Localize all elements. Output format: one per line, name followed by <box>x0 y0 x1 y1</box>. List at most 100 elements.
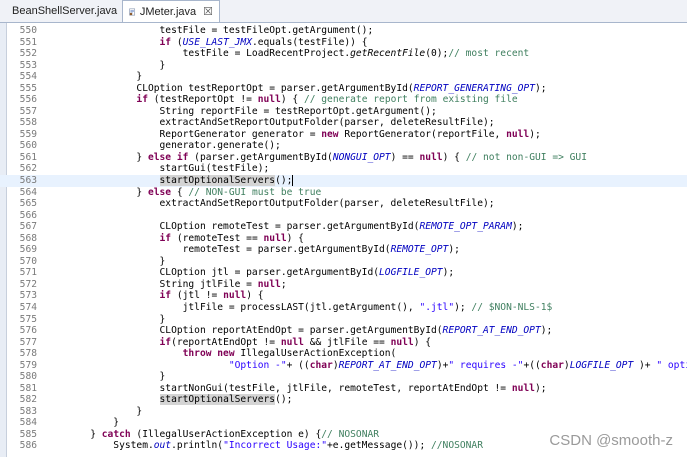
code-text: if(reportAtEndOpt != null && jtlFile == … <box>44 336 432 349</box>
code-line[interactable]: 563 startOptionalServers(); <box>0 175 687 187</box>
code-line[interactable]: 569 remoteTest = parser.getArgumentById(… <box>0 244 687 256</box>
code-line[interactable]: 581 startNonGui(testFile, jtlFile, remot… <box>0 383 687 395</box>
code-token: null <box>263 232 287 244</box>
code-line[interactable]: 583 } <box>0 406 687 418</box>
code-text: testFile = LoadRecentProject.getRecentFi… <box>44 48 530 60</box>
tab-beanshellserver[interactable]: BeanShellServer.java <box>2 1 120 21</box>
code-line[interactable]: 558 extractAndSetReportOutputFolder(pars… <box>0 117 687 129</box>
line-number: 584 <box>19 417 37 429</box>
code-line[interactable]: 566 <box>0 210 687 222</box>
code-text: ReportGenerator generator = new ReportGe… <box>44 129 541 141</box>
code-token: REPORT_AT_END_OPT <box>442 325 541 337</box>
code-line[interactable]: 571 CLOption jtl = parser.getArgumentByI… <box>0 267 687 279</box>
code-text: String reportFile = testReportOpt.getArg… <box>44 106 437 118</box>
code-token: } <box>44 255 166 267</box>
code-text: } <box>44 60 166 72</box>
code-token: ) { <box>280 94 304 106</box>
code-editor[interactable]: 550 testFile = testFileOpt.getArgument()… <box>0 23 687 457</box>
code-line[interactable]: 582 startOptionalServers(); <box>0 394 687 406</box>
code-token: LOGFILE_OPT <box>569 359 634 371</box>
code-token: testFile = testFileOpt.getArgument(); <box>44 25 374 36</box>
tab-label: BeanShellServer.java <box>12 5 118 17</box>
code-token: null <box>257 278 281 290</box>
code-token: "Incorrect Usage:" <box>223 440 328 452</box>
code-token: out <box>153 440 172 452</box>
code-token: " option" <box>656 359 687 371</box>
code-token: null <box>280 336 304 348</box>
code-token: ); <box>529 128 541 140</box>
code-text: } <box>44 314 166 326</box>
line-number: 561 <box>19 151 37 163</box>
code-line[interactable]: 560 generator.generate(); <box>0 140 687 152</box>
code-line[interactable]: 564 } else { // NON-GUI must be true <box>0 187 687 199</box>
code-line[interactable]: 574 jtlFile = processLAST(jtl.getArgumen… <box>0 302 687 314</box>
code-token: extractAndSetReportOutputFolder(parser, … <box>44 198 495 210</box>
code-line[interactable]: 565 extractAndSetReportOutputFolder(pars… <box>0 198 687 210</box>
code-text: CLOption testReportOpt = parser.getArgum… <box>44 82 546 95</box>
line-number: 560 <box>19 140 37 152</box>
code-token: // generate report from existing file <box>303 94 518 106</box>
code-token: // most recent <box>448 48 530 60</box>
code-line[interactable]: 580 } <box>0 371 687 383</box>
line-number: 575 <box>19 313 37 325</box>
code-token: String reportFile = testReportOpt.getArg… <box>44 105 437 117</box>
code-line[interactable]: 567 CLOption remoteTest = parser.getArgu… <box>0 221 687 233</box>
code-line[interactable]: 568 if (remoteTest == null) { <box>0 233 687 245</box>
code-line[interactable]: 561 } else if (parser.getArgumentById(NO… <box>0 152 687 164</box>
line-number: 556 <box>19 94 37 106</box>
code-line[interactable]: 562 startGui(testFile); <box>0 163 687 175</box>
code-token: if <box>159 36 172 48</box>
code-line[interactable]: 572 String jtlFile = null; <box>0 279 687 291</box>
line-number: 581 <box>19 382 37 394</box>
code-token: .println( <box>171 440 224 452</box>
code-text: CLOption remoteTest = parser.getArgument… <box>44 221 524 233</box>
code-line[interactable]: 553 } <box>0 60 687 72</box>
code-line[interactable]: 551 if (USE_LAST_JMX.equals(testFile)) { <box>0 37 687 49</box>
line-number: 571 <box>19 267 37 279</box>
code-line[interactable]: 554 } <box>0 71 687 83</box>
code-token: (remoteTest == <box>171 232 264 244</box>
line-number: 582 <box>19 394 37 406</box>
code-line[interactable]: 556 if (testReportOpt != null) { // gene… <box>0 94 687 106</box>
code-text: throw new IllegalUserActionException( <box>44 348 397 360</box>
code-line[interactable]: 584 } <box>0 417 687 429</box>
code-token: ); <box>454 301 472 313</box>
code-token: ); <box>442 267 455 279</box>
code-text: String jtlFile = null; <box>44 279 287 291</box>
code-token: null <box>390 336 414 348</box>
code-token: } <box>44 71 143 83</box>
code-line[interactable]: 570 } <box>0 256 687 268</box>
code-line[interactable]: 559 ReportGenerator generator = new Repo… <box>0 129 687 141</box>
code-line[interactable]: 576 CLOption reportAtEndOpt = parser.get… <box>0 325 687 337</box>
code-line[interactable]: 550 testFile = testFileOpt.getArgument()… <box>0 25 687 37</box>
code-line[interactable]: 575 } <box>0 314 687 326</box>
code-line[interactable]: 555 CLOption testReportOpt = parser.getA… <box>0 83 687 95</box>
code-token: remoteTest = parser.getArgumentById( <box>44 244 391 256</box>
line-number: 550 <box>19 25 37 36</box>
code-token: getRecentFile <box>350 48 426 60</box>
code-line[interactable]: 579 "Option -"+ ((char)REPORT_AT_END_OPT… <box>0 360 687 372</box>
code-token: +e.getMessage()); <box>327 440 431 452</box>
code-line[interactable]: 557 String reportFile = testReportOpt.ge… <box>0 106 687 118</box>
code-line[interactable]: 552 testFile = LoadRecentProject.getRece… <box>0 48 687 60</box>
code-token: ); <box>448 244 460 256</box>
code-line[interactable]: 573 if (jtl != null) { <box>0 290 687 302</box>
line-number: 555 <box>19 82 37 94</box>
code-token: ); <box>540 325 553 337</box>
code-token: (parser.getArgumentById( <box>188 151 333 163</box>
code-token: REMOTE_OPT <box>390 244 449 256</box>
code-text: if (testReportOpt != null) { // generate… <box>44 94 518 106</box>
code-token: jtlFile = processLAST(jtl.getArgument(), <box>44 301 420 313</box>
tab-jmeter[interactable]: JMeter.java ☒ <box>122 0 220 22</box>
code-line[interactable]: 577 if(reportAtEndOpt != null && jtlFile… <box>0 337 687 349</box>
code-token: null <box>506 128 530 140</box>
code-text: if (USE_LAST_JMX.equals(testFile)) { <box>44 37 368 49</box>
code-line[interactable]: 578 throw new IllegalUserActionException… <box>0 348 687 360</box>
code-token: new <box>321 128 339 140</box>
close-icon[interactable]: ☒ <box>203 5 213 18</box>
code-token: CLOption testReportOpt = parser.getArgum… <box>44 82 414 94</box>
